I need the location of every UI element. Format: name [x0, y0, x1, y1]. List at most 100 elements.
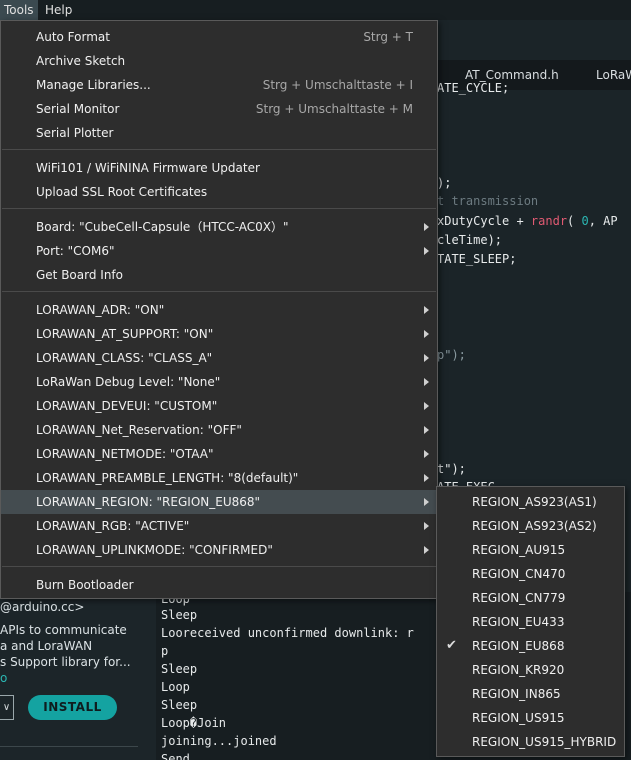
region-submenu: REGION_AS923(AS1) REGION_AS923(AS2) REGI…	[436, 486, 625, 757]
console-line: Loop�Join	[161, 716, 227, 730]
menu-item-lorawan-deveui[interactable]: LORAWAN_DEVEUI: "CUSTOM"	[1, 394, 437, 418]
code-line: cleTime);	[437, 233, 503, 247]
menu-separator	[2, 566, 436, 567]
menu-item-label: Burn Bootloader	[36, 578, 134, 592]
menu-item-manage-libraries[interactable]: Manage Libraries... Strg + Umschalttaste …	[1, 73, 437, 97]
submenu-arrow-icon	[424, 474, 429, 482]
submenu-arrow-icon	[424, 354, 429, 362]
menu-item-label: LORAWAN_REGION: "REGION_EU868"	[36, 495, 261, 509]
menu-item-lorawan-class[interactable]: LORAWAN_CLASS: "CLASS_A"	[1, 346, 437, 370]
code-line: );	[437, 176, 452, 190]
region-option[interactable]: REGION_EU433	[437, 610, 624, 634]
menu-item-label: LoRaWan Debug Level: "None"	[36, 375, 221, 389]
menu-item-label: LORAWAN_ADR: "ON"	[36, 303, 165, 317]
console-line: Send	[161, 752, 190, 760]
menu-item-label: LORAWAN_AT_SUPPORT: "ON"	[36, 327, 214, 341]
menu-item-label: LORAWAN_PREAMBLE_LENGTH: "8(default)"	[36, 471, 299, 485]
submenu-arrow-icon	[424, 378, 429, 386]
menu-item-label: LORAWAN_NETMODE: "OTAA"	[36, 447, 214, 461]
checkmark-icon: ✔	[446, 638, 457, 653]
submenu-arrow-icon	[424, 426, 429, 434]
region-label: REGION_EU433	[472, 615, 565, 629]
submenu-arrow-icon	[424, 546, 429, 554]
menu-item-label: Serial Monitor	[36, 102, 120, 116]
tools-menu: Auto Format Strg + T Archive Sketch Manag…	[0, 20, 438, 599]
console-line: Loop	[161, 680, 190, 694]
region-label: REGION_US915	[472, 711, 565, 725]
menu-separator	[2, 208, 436, 209]
menu-item-serial-plotter[interactable]: Serial Plotter	[1, 121, 437, 145]
region-option[interactable]: REGION_CN470	[437, 562, 624, 586]
install-button[interactable]: INSTALL	[28, 695, 117, 720]
region-option[interactable]: REGION_AU915	[437, 538, 624, 562]
region-label: REGION_EU868	[472, 639, 565, 653]
divider	[0, 746, 138, 747]
menu-item-lorawan-at-support[interactable]: LORAWAN_AT_SUPPORT: "ON"	[1, 322, 437, 346]
menu-item-lorawan-rgb[interactable]: LORAWAN_RGB: "ACTIVE"	[1, 514, 437, 538]
region-option[interactable]: REGION_US915_HYBRID	[437, 730, 624, 754]
menu-item-auto-format[interactable]: Auto Format Strg + T	[1, 25, 437, 49]
menu-item-label: LORAWAN_RGB: "ACTIVE"	[36, 519, 190, 533]
console-line: Looreceived unconfirmed downlink: r	[161, 626, 414, 640]
region-option[interactable]: REGION_KR920	[437, 658, 624, 682]
submenu-arrow-icon	[424, 247, 429, 255]
library-description-line: APIs to communicate	[0, 623, 127, 637]
region-option[interactable]: REGION_AS923(AS2)	[437, 514, 624, 538]
region-option[interactable]: REGION_US915	[437, 706, 624, 730]
region-option-selected[interactable]: ✔ REGION_EU868	[437, 634, 624, 658]
menu-item-lorawan-net-reservation[interactable]: LORAWAN_Net_Reservation: "OFF"	[1, 418, 437, 442]
version-dropdown[interactable]: ∨	[0, 695, 14, 720]
menu-item-board[interactable]: Board: "CubeCell-Capsule（HTCC-AC0X）"	[1, 215, 437, 239]
menu-item-serial-monitor[interactable]: Serial Monitor Strg + Umschalttaste + M	[1, 97, 437, 121]
library-description-line: a and LoraWAN	[0, 639, 93, 653]
console-line: Sleep	[161, 608, 198, 622]
region-label: REGION_US915_HYBRID	[472, 735, 617, 749]
menu-item-label: LORAWAN_DEVEUI: "CUSTOM"	[36, 399, 218, 413]
region-label: REGION_IN865	[472, 687, 561, 701]
menu-item-firmware-updater[interactable]: WiFi101 / WiFiNINA Firmware Updater	[1, 156, 437, 180]
menu-item-lorawan-uplinkmode[interactable]: LORAWAN_UPLINKMODE: "CONFIRMED"	[1, 538, 437, 562]
menu-separator	[2, 291, 436, 292]
menu-item-label: LORAWAN_UPLINKMODE: "CONFIRMED"	[36, 543, 273, 557]
menu-item-lorawan-preamble[interactable]: LORAWAN_PREAMBLE_LENGTH: "8(default)"	[1, 466, 437, 490]
menu-help[interactable]: Help	[41, 0, 76, 20]
library-more-link[interactable]: o	[0, 671, 7, 685]
menu-item-archive-sketch[interactable]: Archive Sketch	[1, 49, 437, 73]
submenu-arrow-icon	[424, 330, 429, 338]
console-line: p	[161, 644, 169, 658]
region-label: REGION_CN779	[472, 591, 566, 605]
submenu-arrow-icon	[424, 522, 429, 530]
region-option[interactable]: REGION_CN779	[437, 586, 624, 610]
menu-item-label: Upload SSL Root Certificates	[36, 185, 208, 199]
menu-tools[interactable]: Tools	[0, 0, 38, 20]
menu-item-label: WiFi101 / WiFiNINA Firmware Updater	[36, 161, 260, 175]
region-label: REGION_CN470	[472, 567, 566, 581]
region-label: REGION_AS923(AS2)	[472, 519, 597, 533]
menu-item-label: Board: "CubeCell-Capsule（HTCC-AC0X）"	[36, 220, 289, 234]
shortcut-label: Strg + T	[363, 30, 413, 44]
region-option[interactable]: REGION_AS923(AS1)	[437, 490, 624, 514]
code-line: xDutyCycle + randr( 0, AP	[437, 214, 618, 228]
menu-item-lorawan-debug[interactable]: LoRaWan Debug Level: "None"	[1, 370, 437, 394]
menu-item-label: Auto Format	[36, 30, 110, 44]
menu-item-lorawan-adr[interactable]: LORAWAN_ADR: "ON"	[1, 298, 437, 322]
menu-item-label: Archive Sketch	[36, 54, 126, 68]
menu-item-label: Get Board Info	[36, 268, 123, 282]
menu-item-upload-ssl[interactable]: Upload SSL Root Certificates	[1, 180, 437, 204]
menu-item-get-board-info[interactable]: Get Board Info	[1, 263, 437, 287]
library-panel	[0, 592, 156, 760]
region-option[interactable]: REGION_IN865	[437, 682, 624, 706]
menu-item-label: LORAWAN_Net_Reservation: "OFF"	[36, 423, 242, 437]
menu-item-port[interactable]: Port: "COM6"	[1, 239, 437, 263]
menu-separator	[2, 149, 436, 150]
menu-item-burn-bootloader[interactable]: Burn Bootloader	[1, 573, 437, 597]
code-comment: t transmission	[437, 194, 539, 208]
menu-item-lorawan-region[interactable]: LORAWAN_REGION: "REGION_EU868"	[1, 490, 437, 514]
menu-item-lorawan-netmode[interactable]: LORAWAN_NETMODE: "OTAA"	[1, 442, 437, 466]
code-line: p");	[437, 348, 466, 362]
code-line: TATE_SLEEP;	[437, 252, 517, 266]
region-label: REGION_AS923(AS1)	[472, 495, 597, 509]
region-label: REGION_KR920	[472, 663, 565, 677]
region-label: REGION_AU915	[472, 543, 566, 557]
shortcut-label: Strg + Umschalttaste + M	[255, 102, 413, 116]
